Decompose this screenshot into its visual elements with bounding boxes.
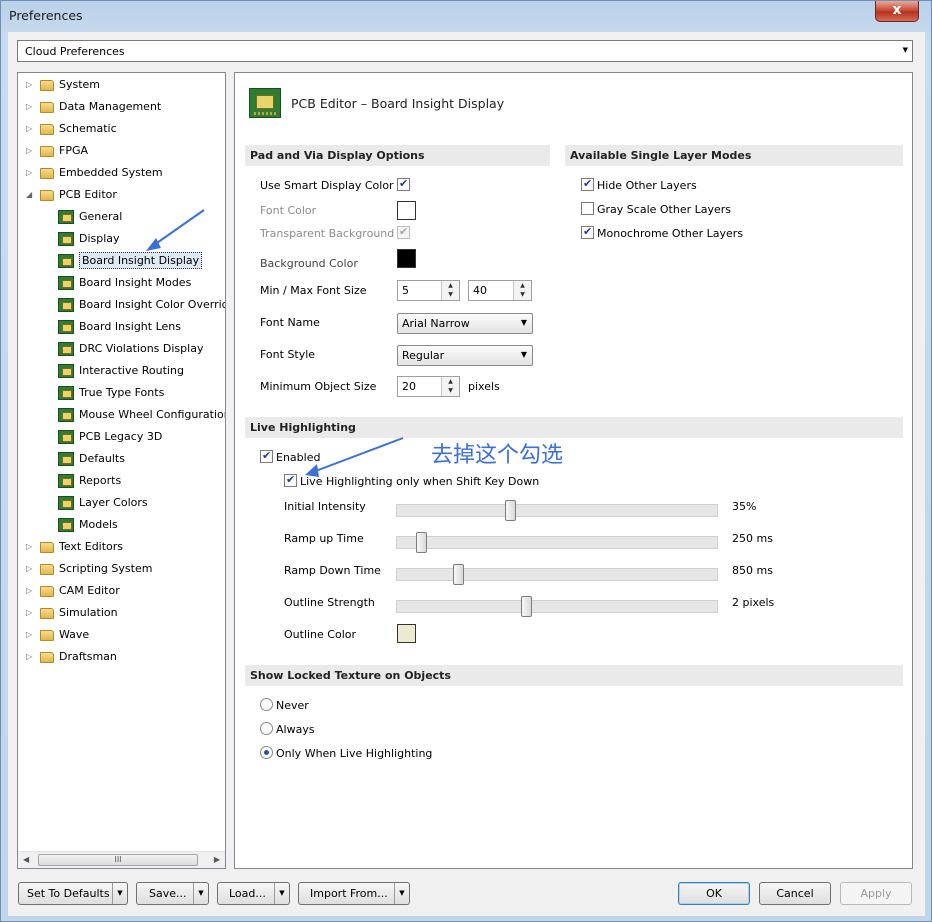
chevron-down-icon[interactable]: ▼: [394, 883, 409, 904]
tree-item[interactable]: Mouse Wheel Configuration: [58, 405, 226, 425]
tree-item-label: Board Insight Lens: [79, 320, 181, 333]
load-button[interactable]: Load... ▼: [217, 882, 290, 905]
pcb-board-icon: [58, 408, 74, 422]
cancel-button[interactable]: Cancel: [759, 882, 831, 905]
chevron-down-icon[interactable]: ▼: [274, 883, 289, 904]
folder-icon: [40, 607, 54, 619]
window-title: Preferences: [9, 8, 83, 23]
tree-item-label: Board Insight Color Overrid: [79, 298, 226, 311]
load-label: Load...: [229, 887, 266, 900]
tree-item-label: CAM Editor: [59, 584, 120, 597]
tree-item[interactable]: Layer Colors: [58, 493, 148, 513]
expander-icon[interactable]: ▷: [26, 559, 36, 579]
tree-item[interactable]: Board Insight Lens: [58, 317, 181, 337]
tree-item-label: Reports: [79, 474, 122, 487]
set-to-defaults-label: Set To Defaults: [27, 887, 110, 900]
import-from-button[interactable]: Import From... ▼: [298, 882, 410, 905]
chevron-down-icon[interactable]: ▼: [193, 883, 208, 904]
settings-panel: PCB Editor – Board Insight Display Pad a…: [234, 72, 913, 869]
pcb-board-icon: [58, 298, 74, 312]
save-label: Save...: [149, 887, 187, 900]
tree-item-label: DRC Violations Display: [79, 342, 204, 355]
preferences-window: Preferences x Cloud Preferences ▼ ◀ III …: [0, 0, 932, 922]
folder-icon: [40, 651, 54, 663]
tree-item-label: PCB Legacy 3D: [79, 430, 163, 443]
tree-item-label: Scripting System: [59, 562, 153, 575]
tree-item[interactable]: Defaults: [58, 449, 125, 469]
expander-icon[interactable]: ▷: [26, 537, 36, 557]
close-button[interactable]: x: [875, 1, 919, 22]
tree-item-label: Mouse Wheel Configuration: [79, 408, 226, 421]
pcb-board-icon: [58, 430, 74, 444]
pcb-board-icon: [58, 386, 74, 400]
tree-item[interactable]: Reports: [58, 471, 121, 491]
annotation-arrow-2: [305, 437, 404, 477]
import-from-label: Import From...: [310, 887, 388, 900]
tree-item-label: Text Editors: [59, 540, 124, 553]
expander-icon[interactable]: ▷: [26, 647, 36, 667]
pcb-board-icon: [58, 474, 74, 488]
tree-item-label: True Type Fonts: [79, 386, 165, 399]
scroll-right-icon[interactable]: ▶: [214, 855, 220, 864]
folder-icon: [40, 629, 54, 641]
folder-icon: [40, 563, 54, 575]
title-bar[interactable]: Preferences x: [1, 1, 931, 31]
expander-icon[interactable]: ▷: [26, 581, 36, 601]
scroll-left-icon[interactable]: ◀: [23, 855, 29, 864]
save-button[interactable]: Save... ▼: [136, 882, 209, 905]
chevron-down-icon: ▼: [902, 46, 908, 54]
tree-horizontal-scrollbar[interactable]: ◀ III ▶: [18, 851, 225, 868]
dialog-client: Cloud Preferences ▼ ◀ III ▶ ▷ System ▷ Data…: [8, 32, 925, 916]
tree-item-label: Wave: [59, 628, 90, 641]
folder-icon: [40, 585, 54, 597]
tree-item-label: Models: [79, 518, 118, 531]
chevron-down-icon[interactable]: ▼: [112, 883, 127, 904]
pcb-board-icon: [58, 496, 74, 510]
tree-item[interactable]: Models: [58, 515, 118, 535]
tree-item-label: Layer Colors: [79, 496, 148, 509]
tree-item[interactable]: ▷ CAM Editor: [26, 581, 120, 601]
pcb-board-icon: [58, 342, 74, 356]
set-to-defaults-button[interactable]: Set To Defaults ▼: [18, 882, 128, 905]
pcb-board-icon: [58, 518, 74, 532]
tree-item-label: Simulation: [59, 606, 118, 619]
tree-item[interactable]: DRC Violations Display: [58, 339, 203, 359]
tree-item[interactable]: ▷ Simulation: [26, 603, 118, 623]
tree-item[interactable]: ▷ Draftsman: [26, 647, 117, 667]
tree-item[interactable]: True Type Fonts: [58, 383, 164, 403]
pcb-board-icon: [58, 320, 74, 334]
pcb-board-icon: [58, 364, 74, 378]
tree-item-label: Interactive Routing: [79, 364, 184, 377]
tree-item[interactable]: ▷ Wave: [26, 625, 89, 645]
ok-button[interactable]: OK: [678, 882, 750, 905]
expander-icon[interactable]: ▷: [26, 603, 36, 623]
annotation-arrow-1: [146, 209, 205, 251]
tree-item[interactable]: Board Insight Color Overrid: [58, 295, 226, 315]
tree-item[interactable]: ▷ Text Editors: [26, 537, 123, 557]
tree-item-label: Defaults: [79, 452, 125, 465]
expander-icon[interactable]: ▷: [26, 625, 36, 645]
tree-item[interactable]: Interactive Routing: [58, 361, 184, 381]
tree-item[interactable]: ▷ Scripting System: [26, 559, 152, 579]
apply-button[interactable]: Apply: [840, 882, 912, 905]
tree-item-label: Draftsman: [59, 650, 117, 663]
pcb-board-icon: [58, 452, 74, 466]
tree-item[interactable]: PCB Legacy 3D: [58, 427, 162, 447]
scroll-thumb[interactable]: III: [38, 854, 198, 866]
folder-icon: [40, 541, 54, 553]
